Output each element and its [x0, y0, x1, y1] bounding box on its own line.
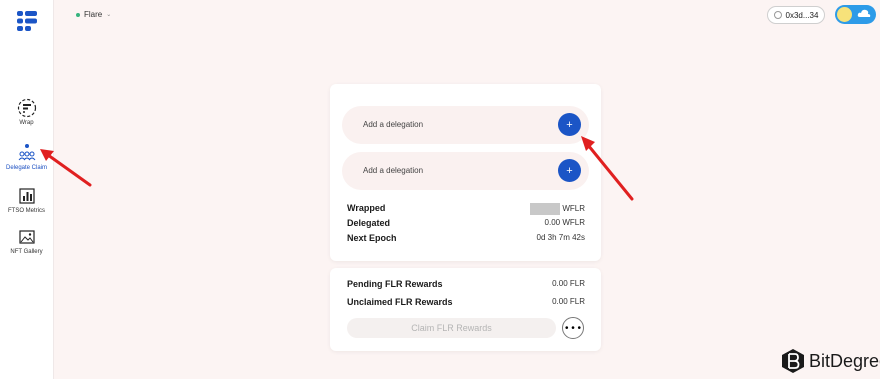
sidebar-item-label: Wrap [19, 120, 34, 126]
delegated-label: Delegated [347, 218, 391, 228]
wallet-icon [773, 11, 782, 19]
wallet-address: 0x3d...34 [785, 10, 819, 20]
network-selector[interactable]: Flare ⌄ [76, 10, 111, 19]
delegate-icon [18, 144, 35, 161]
wrap-icon [17, 98, 36, 118]
sidebar: Wrap Delegate Claim FTSO Metrics NFT Gal… [0, 0, 54, 379]
delegated-value: 0.00 WFLR [544, 218, 585, 227]
sidebar-item-ftso-metrics[interactable]: FTSO Metrics [0, 186, 53, 214]
more-options-button[interactable]: • • • [562, 317, 584, 339]
cloud-icon [857, 9, 871, 17]
sidebar-item-label: FTSO Metrics [8, 208, 45, 214]
epoch-value: 0d 3h 7m 42s [536, 233, 585, 242]
sidebar-item-wrap[interactable]: Wrap [0, 98, 53, 126]
bitdegree-logo-icon [782, 349, 804, 373]
theme-toggle[interactable] [835, 5, 876, 24]
network-name: Flare [84, 10, 103, 19]
sidebar-item-nft-gallery[interactable]: NFT Gallery [0, 227, 53, 255]
delegation-label: Add a delegation [363, 120, 424, 129]
metrics-icon [18, 188, 35, 204]
sun-icon [837, 7, 852, 22]
gallery-icon [18, 230, 35, 244]
bitdegree-watermark: BitDegree [781, 348, 880, 374]
wrapped-value: WFLR [530, 203, 585, 215]
unclaimed-label: Unclaimed FLR Rewards [347, 297, 453, 307]
rewards-card: Pending FLR Rewards 0.00 FLR Unclaimed F… [330, 268, 601, 351]
redacted-amount [530, 203, 561, 215]
delegation-slot[interactable]: Add a delegation + [342, 152, 589, 190]
annotation-arrow-icon [40, 149, 92, 187]
wallet-button[interactable]: 0x3d...34 [767, 6, 825, 24]
pending-label: Pending FLR Rewards [347, 279, 443, 289]
epoch-label: Next Epoch [347, 233, 397, 243]
network-status-dot [76, 12, 80, 17]
unclaimed-value: 0.00 FLR [552, 297, 585, 306]
delegation-label: Add a delegation [363, 166, 424, 175]
sidebar-item-label: NFT Gallery [10, 249, 43, 255]
wrapped-label: Wrapped [347, 203, 386, 213]
claim-rewards-button[interactable]: Claim FLR Rewards [347, 318, 556, 338]
brand-name: BitDegree [809, 350, 880, 371]
pending-value: 0.00 FLR [552, 279, 585, 288]
delegation-slot[interactable]: Add a delegation + [342, 106, 589, 144]
app-logo-icon[interactable] [16, 10, 38, 32]
chevron-down-icon: ⌄ [106, 12, 112, 18]
annotation-arrow-icon [581, 136, 634, 201]
delegation-card: Add a delegation + Add a delegation + Wr… [330, 84, 601, 261]
wrapped-unit: WFLR [562, 204, 585, 214]
